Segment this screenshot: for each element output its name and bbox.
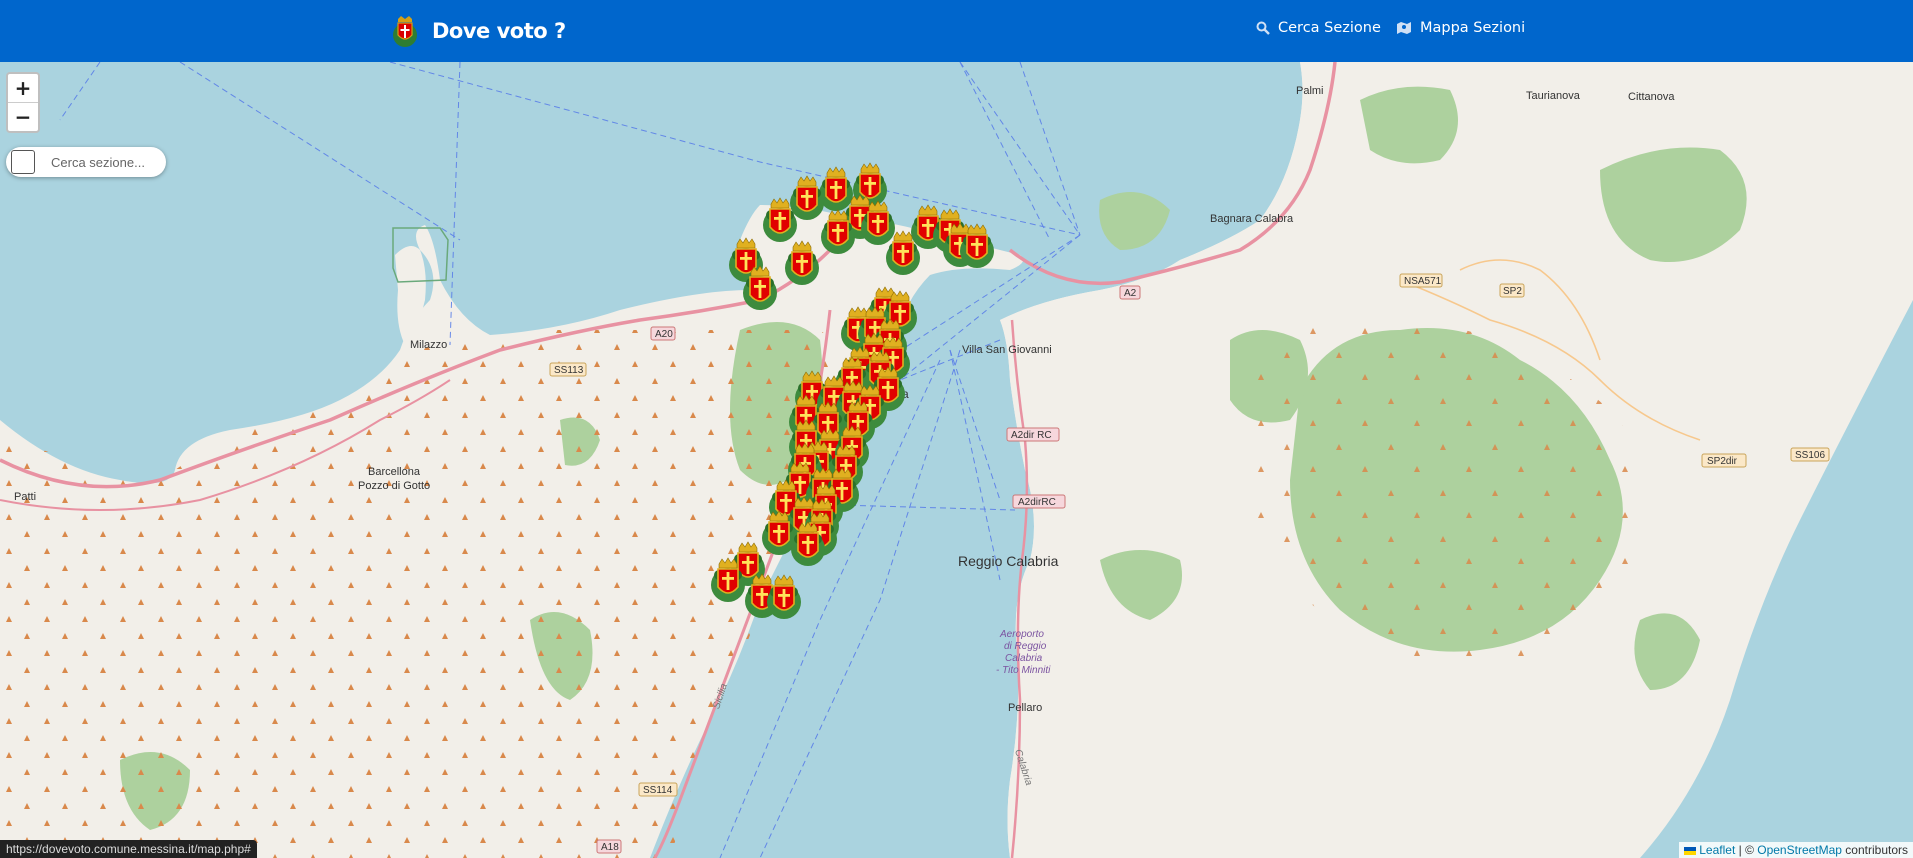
- ukraine-flag-icon: [1684, 846, 1697, 855]
- label-barcellona: Barcellona: [368, 466, 421, 478]
- road-shield-ss114: SS114: [638, 782, 678, 797]
- label-villa: Villa San Giovanni: [962, 344, 1052, 356]
- label-aeroporto-1: Aeroporto: [999, 629, 1044, 640]
- search-icon: [1256, 21, 1270, 35]
- road-shield-ss113: SS113: [549, 362, 587, 377]
- leaflet-link[interactable]: Leaflet: [1699, 843, 1735, 857]
- marker[interactable]: [818, 166, 854, 212]
- label-milazzo: Milazzo: [410, 339, 447, 351]
- nav-cerca-label: Cerca Sezione: [1278, 20, 1381, 36]
- road-shield-a2dirrc-2: A2dirRC: [1012, 494, 1066, 509]
- svg-text:A2: A2: [1124, 288, 1137, 299]
- svg-text:SS114: SS114: [643, 785, 673, 796]
- label-palmi: Palmi: [1296, 85, 1324, 97]
- marker[interactable]: [766, 574, 802, 620]
- svg-text:A20: A20: [655, 329, 673, 340]
- svg-text:SP2dir: SP2dir: [1707, 456, 1738, 467]
- road-shield-ss106: SS106: [1790, 447, 1830, 462]
- label-cittanova: Cittanova: [1628, 91, 1675, 103]
- svg-text:A2dir RC: A2dir RC: [1011, 430, 1052, 441]
- svg-text:A18: A18: [601, 842, 619, 853]
- navbar: Dove voto ? Cerca Sezione Mappa Sezioni: [0, 0, 1913, 62]
- zoom-out-button[interactable]: −: [8, 103, 38, 131]
- svg-text:NSA571: NSA571: [1404, 276, 1442, 287]
- map-icon: [1397, 22, 1411, 34]
- road-shield-sp2: SP2: [1499, 283, 1525, 298]
- marker[interactable]: [789, 175, 825, 221]
- nav-mappa-label: Mappa Sezioni: [1420, 20, 1526, 36]
- label-bagnara: Bagnara Calabra: [1210, 213, 1294, 225]
- search-toggle-checkbox[interactable]: [11, 150, 35, 174]
- nav-mappa-sezioni[interactable]: Mappa Sezioni: [1396, 20, 1525, 36]
- svg-text:SS106: SS106: [1795, 450, 1825, 461]
- nav-cerca-sezione[interactable]: Cerca Sezione: [1256, 20, 1381, 36]
- browser-status-url: https://dovevoto.comune.messina.it/map.p…: [0, 840, 257, 858]
- road-shield-a18: A18: [596, 839, 622, 854]
- label-aeroporto-3: Calabria: [1005, 653, 1043, 664]
- search-input[interactable]: [49, 153, 163, 171]
- svg-text:SP2: SP2: [1503, 286, 1522, 297]
- svg-text:SS113: SS113: [554, 365, 584, 376]
- road-shield-sp2dir: SP2dir: [1701, 453, 1747, 468]
- road-shield-a2: A2: [1119, 285, 1141, 300]
- label-reggio: Reggio Calabria: [958, 553, 1059, 569]
- map-attribution: Leaflet | © OpenStreetMap contributors: [1679, 842, 1913, 858]
- road-shield-nsa571: NSA571: [1399, 273, 1443, 288]
- coat-of-arms-icon: [393, 16, 417, 47]
- map-tiles[interactable]: Palmi Taurianova Cittanova Bagnara Calab…: [0, 62, 1913, 858]
- svg-text:A2dirRC: A2dirRC: [1018, 497, 1056, 508]
- label-taurianova: Taurianova: [1526, 90, 1581, 102]
- section-search: [6, 147, 166, 177]
- label-patti: Patti: [14, 491, 36, 503]
- road-shield-a20: A20: [650, 326, 676, 341]
- zoom-control: + −: [6, 72, 40, 133]
- brand[interactable]: Dove voto ?: [392, 10, 566, 52]
- attribution-separator: | ©: [1735, 843, 1758, 857]
- attribution-contributors: contributors: [1841, 843, 1908, 857]
- osm-link[interactable]: OpenStreetMap: [1757, 843, 1842, 857]
- map[interactable]: Palmi Taurianova Cittanova Bagnara Calab…: [0, 62, 1913, 858]
- label-aeroporto-4: - Tito Minniti: [996, 665, 1051, 676]
- road-shield-a2dirrc: A2dir RC: [1006, 427, 1060, 442]
- app-title: Dove voto ?: [432, 19, 566, 43]
- zoom-in-button[interactable]: +: [8, 74, 38, 103]
- label-pellaro: Pellaro: [1008, 702, 1042, 714]
- label-pozzo: Pozzo di Gotto: [358, 480, 430, 492]
- label-aeroporto-2: di Reggio: [1004, 641, 1047, 652]
